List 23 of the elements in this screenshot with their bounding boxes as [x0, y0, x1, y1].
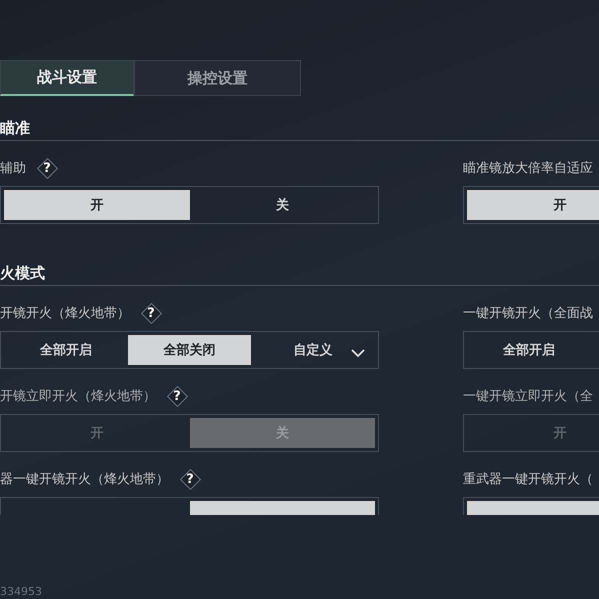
setting-label: 瞄准镜放大倍率自适应 — [463, 160, 593, 177]
tab[interactable]: 战斗设置 — [0, 60, 134, 96]
help-button[interactable]: ? — [179, 468, 201, 490]
option-button[interactable]: 关 — [190, 190, 375, 220]
setting-label: 重武器一键开镜开火（ — [463, 471, 593, 488]
option-button[interactable]: 自定义 — [251, 335, 375, 365]
option-button[interactable]: 全部开启 — [467, 335, 591, 365]
setting-label: 辅助 — [0, 160, 26, 177]
option-button[interactable]: 开 — [4, 190, 190, 220]
setting-label: 一键开镜立即开火（全 — [463, 388, 593, 405]
tab[interactable]: 操控设置 — [134, 60, 301, 96]
option-button[interactable]: 开 — [467, 190, 599, 220]
section-heading: 瞄准 — [0, 118, 599, 141]
option-button[interactable]: 全部关闭 — [128, 335, 252, 365]
option-button[interactable]: 全部开启 — [4, 335, 128, 365]
id-text: 334953 — [0, 585, 42, 598]
setting-label: 器一键开镜开火（烽火地带） — [0, 471, 169, 488]
setting-label: 一键开镜开火（全面战 — [463, 305, 593, 322]
section-heading: 火模式 — [0, 263, 599, 286]
setting-label: 开镜立即开火（烽火地带） — [0, 388, 156, 405]
help-button[interactable]: ? — [36, 157, 58, 179]
setting-label: 开镜开火（烽火地带） — [0, 305, 130, 322]
help-button[interactable]: ? — [140, 302, 162, 324]
